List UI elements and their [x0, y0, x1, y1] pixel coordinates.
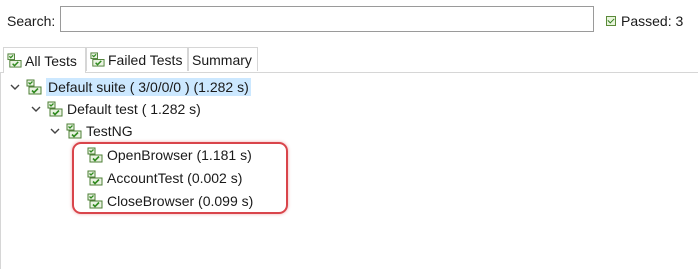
test-tree-icon	[7, 53, 22, 68]
passed-count: Passed: 3	[621, 13, 684, 29]
passed-check-icon	[606, 16, 616, 26]
tree-row-test[interactable]: Default test ( 1.282 s)	[29, 98, 201, 120]
chevron-down-icon[interactable]	[29, 102, 43, 116]
tree-row-class[interactable]: TestNG	[48, 120, 133, 142]
tab-bar: All Tests Failed Tests Summary	[0, 47, 698, 73]
test-node-icon	[26, 79, 42, 95]
tab-failed-tests[interactable]: Failed Tests	[86, 47, 188, 71]
suite-label: Default suite ( 3/0/0/0 ) (1.282 s)	[46, 78, 251, 96]
tab-label: All Tests	[25, 52, 77, 69]
test-label: Default test ( 1.282 s)	[67, 101, 201, 117]
test-node-icon	[47, 101, 63, 117]
chevron-down-icon[interactable]	[48, 124, 62, 138]
tab-summary[interactable]: Summary	[188, 47, 258, 71]
class-label: TestNG	[86, 123, 133, 139]
test-node-icon	[66, 123, 82, 139]
tab-label: Summary	[192, 51, 252, 68]
search-input[interactable]	[60, 6, 594, 32]
search-bar: Search: Passed: 3	[0, 0, 698, 44]
tab-all-tests[interactable]: All Tests	[3, 47, 86, 73]
annotation-highlight	[72, 142, 288, 214]
tree-row-suite[interactable]: Default suite ( 3/0/0/0 ) (1.282 s)	[8, 76, 251, 98]
search-label: Search:	[7, 13, 56, 29]
passed-status: Passed: 3	[606, 13, 683, 29]
tab-label: Failed Tests	[108, 51, 183, 68]
test-tree-icon	[90, 52, 105, 67]
chevron-down-icon[interactable]	[8, 80, 22, 94]
